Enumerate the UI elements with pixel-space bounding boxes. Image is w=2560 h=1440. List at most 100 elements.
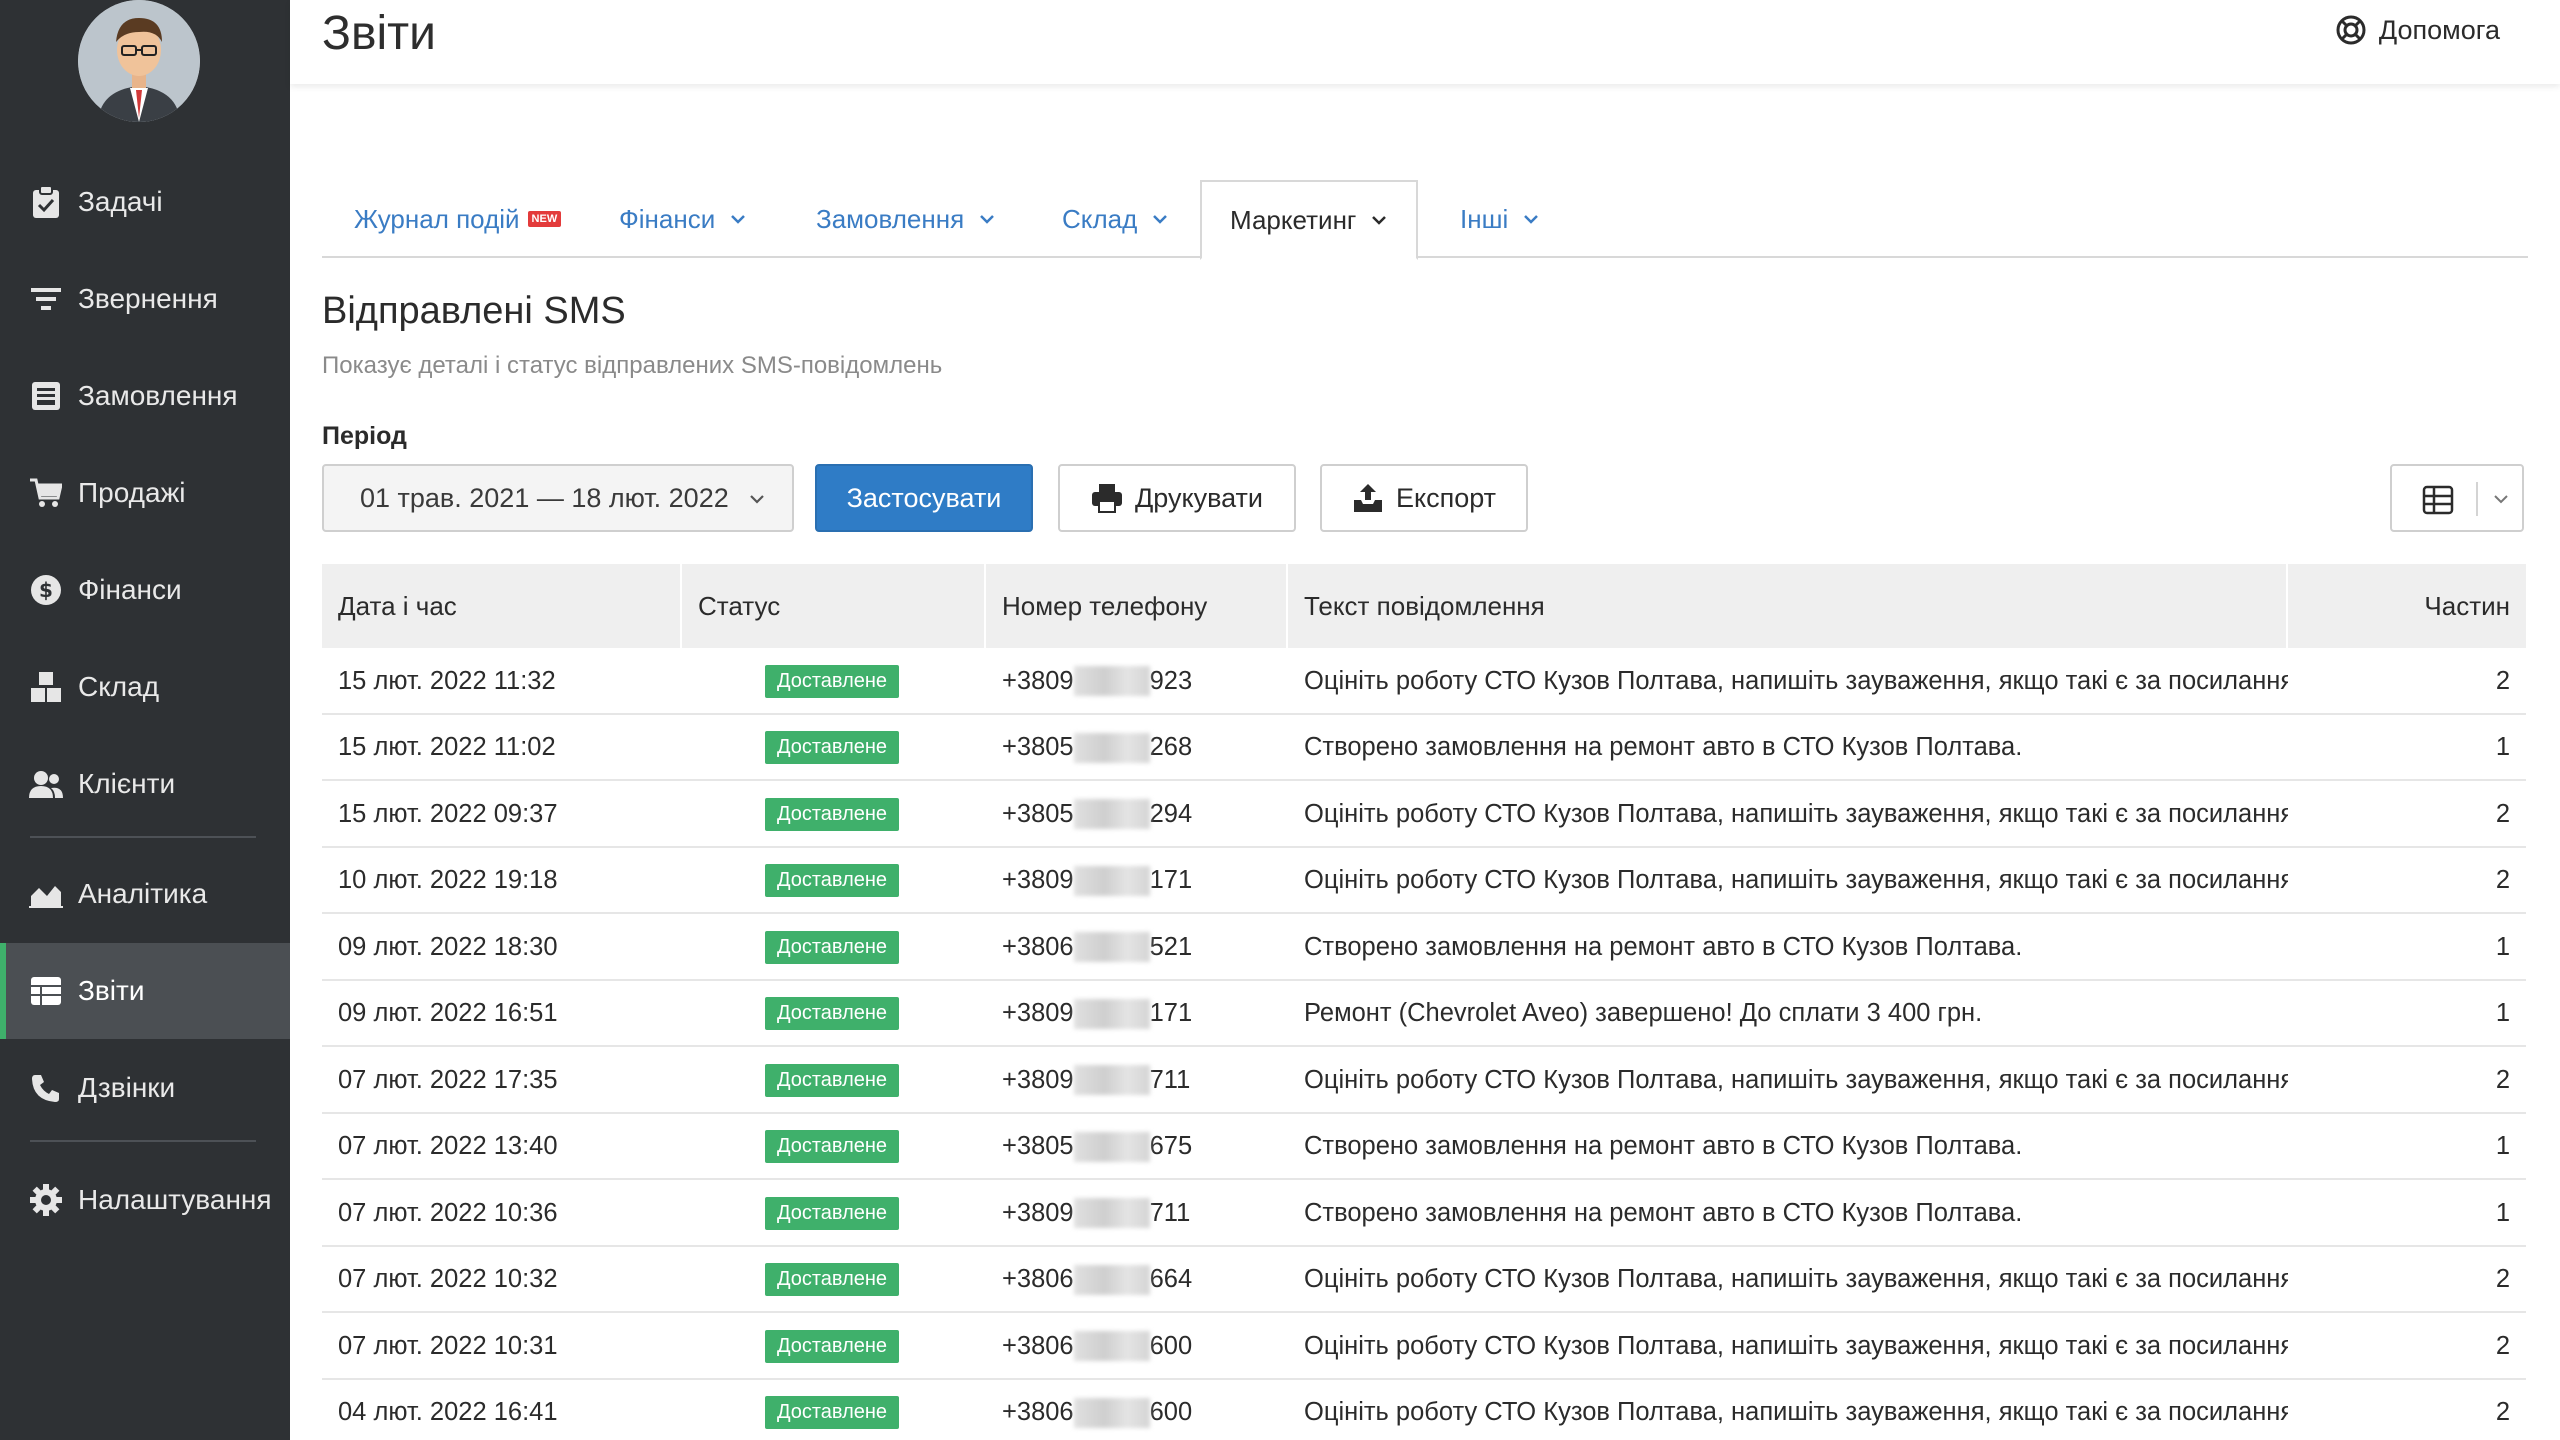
row-parts: 2 bbox=[2495, 1065, 2510, 1094]
table-row[interactable]: 10 лют. 2022 19:18 Доставлене +3809 171 Оцін… bbox=[322, 848, 2526, 914]
apply-label: Застосувати bbox=[846, 482, 1002, 513]
sidebar-item-settings[interactable]: Налаштування bbox=[0, 1152, 290, 1248]
sidebar-item-tasks[interactable]: Задачі bbox=[0, 154, 290, 250]
status-badge: Доставлене bbox=[764, 864, 900, 897]
row-status: Доставлене bbox=[682, 1380, 982, 1440]
sidebar-item-label: Звіти bbox=[78, 975, 145, 1006]
table-row[interactable]: 15 лют. 2022 11:02 Доставлене +3805 268 Ство… bbox=[322, 715, 2526, 781]
phone-redacted bbox=[1073, 799, 1150, 829]
avatar[interactable] bbox=[78, 0, 200, 122]
table-row[interactable]: 04 лют. 2022 16:41 Доставлене +3806 600 Оцін… bbox=[322, 1380, 2526, 1440]
row-status: Доставлене bbox=[682, 715, 982, 781]
print-button[interactable]: Друкувати bbox=[1058, 464, 1296, 532]
row-message: Оцініть роботу СТО Кузов Полтава, напиші… bbox=[1304, 866, 2288, 894]
row-date: 07 лют. 2022 10:36 bbox=[338, 1198, 558, 1227]
row-date: 07 лют. 2022 10:31 bbox=[338, 1331, 558, 1360]
table-row[interactable]: 15 лют. 2022 11:32 Доставлене +3809 923 Оцін… bbox=[322, 648, 2526, 715]
phone-prefix: +3806 bbox=[1002, 932, 1074, 961]
chevron-down-icon bbox=[731, 215, 746, 224]
sidebar-item-orders[interactable]: Замовлення bbox=[0, 348, 290, 444]
tab-orders[interactable]: Замовлення bbox=[816, 180, 996, 258]
row-date: 09 лют. 2022 18:30 bbox=[338, 932, 558, 961]
grid-icon bbox=[2422, 485, 2454, 515]
row-phone: +3806 600 bbox=[986, 1380, 1286, 1440]
chevron-down-icon bbox=[1524, 215, 1539, 224]
row-parts: 1 bbox=[2495, 1198, 2510, 1227]
row-status: Доставлене bbox=[682, 1047, 982, 1113]
tab-other[interactable]: Інші bbox=[1460, 180, 1540, 258]
phone-suffix: 675 bbox=[1149, 1132, 1193, 1160]
row-date: 07 лют. 2022 17:35 bbox=[338, 1065, 558, 1094]
table-row[interactable]: 09 лют. 2022 16:51 Доставлене +3809 171 Ремо… bbox=[322, 981, 2526, 1047]
sidebar-item-label: Замовлення bbox=[78, 380, 238, 411]
apply-button[interactable]: Застосувати bbox=[815, 464, 1033, 532]
phone-prefix: +3809 bbox=[1002, 666, 1074, 695]
chevron-down-icon bbox=[1153, 215, 1168, 224]
row-message: Створено замовлення на ремонт авто в СТО… bbox=[1304, 932, 2023, 961]
tab-event-log[interactable]: Журнал подій NEW bbox=[354, 180, 562, 258]
table-row[interactable]: 07 лют. 2022 10:31 Доставлене +3806 600 Оцін… bbox=[322, 1313, 2526, 1380]
toggle-separator bbox=[2476, 482, 2478, 516]
top-bar: Звіти Допомога bbox=[290, 0, 2560, 84]
tab-warehouse[interactable]: Склад bbox=[1062, 180, 1169, 258]
sidebar-item-reports[interactable]: Звіти bbox=[0, 943, 290, 1039]
status-badge: Доставлене bbox=[764, 1329, 900, 1363]
row-date: 15 лют. 2022 09:37 bbox=[338, 799, 558, 828]
tab-label: Замовлення bbox=[816, 203, 965, 234]
table-row[interactable]: 07 лют. 2022 10:32 Доставлене +3806 664 Оцін… bbox=[322, 1247, 2526, 1313]
table-row[interactable]: 09 лют. 2022 18:30 Доставлене +3806 521 Ство… bbox=[322, 914, 2526, 981]
export-label: Експорт bbox=[1395, 482, 1497, 513]
chevron-down-icon bbox=[2494, 495, 2508, 504]
status-badge: Доставлене bbox=[764, 1063, 900, 1097]
row-message: Створено замовлення на ремонт авто в СТО… bbox=[1304, 1198, 2023, 1227]
sidebar-item-calls[interactable]: Дзвінки bbox=[0, 1040, 290, 1136]
printer-icon bbox=[1091, 484, 1122, 513]
help-link[interactable]: Допомога bbox=[2335, 14, 2500, 46]
sidebar-item-label: Звернення bbox=[78, 283, 218, 314]
row-message: Створено замовлення на ремонт авто в СТО… bbox=[1304, 733, 2023, 761]
table-row[interactable]: 15 лют. 2022 09:37 Доставлене +3805 294 Оцін… bbox=[322, 781, 2526, 848]
sidebar-item-requests[interactable]: Звернення bbox=[0, 251, 290, 347]
report-title: Відправлені SMS bbox=[322, 290, 626, 332]
column-header-date[interactable]: Дата і час bbox=[322, 564, 682, 648]
row-phone: +3809 711 bbox=[986, 1047, 1286, 1113]
row-status: Доставлене bbox=[682, 781, 982, 847]
tab-marketing[interactable]: Маркетинг bbox=[1200, 180, 1419, 260]
row-phone: +3806 664 bbox=[986, 1247, 1286, 1313]
row-message: Ремонт (Chevrolet Aveo) завершено! До сп… bbox=[1304, 999, 1983, 1027]
sidebar-item-warehouse[interactable]: Склад bbox=[0, 639, 290, 735]
sidebar-item-sales[interactable]: Продажі bbox=[0, 445, 290, 541]
table-row[interactable]: 07 лют. 2022 13:40 Доставлене +3805 675 Ство… bbox=[322, 1114, 2526, 1180]
column-header-phone[interactable]: Номер телефону bbox=[986, 564, 1288, 648]
table-row[interactable]: 07 лют. 2022 10:36 Доставлене +3809 711 Ство… bbox=[322, 1180, 2526, 1247]
tab-label: Інші bbox=[1460, 203, 1509, 234]
phone-suffix: 664 bbox=[1149, 1265, 1193, 1293]
tab-finance[interactable]: Фінанси bbox=[619, 180, 747, 258]
row-parts: 2 bbox=[2495, 1398, 2510, 1426]
phone-redacted bbox=[1073, 1264, 1150, 1295]
print-label: Друкувати bbox=[1134, 482, 1264, 513]
period-select[interactable]: 01 трав. 2021 — 18 лют. 2022 bbox=[322, 464, 794, 532]
sidebar-item-clients[interactable]: Клієнти bbox=[0, 736, 290, 832]
table-view-toggle[interactable] bbox=[2390, 464, 2524, 532]
row-phone: +3809 923 bbox=[986, 648, 1286, 714]
status-badge: Доставлене bbox=[764, 1196, 900, 1230]
phone-suffix: 600 bbox=[1149, 1331, 1193, 1360]
tab-label: Склад bbox=[1062, 203, 1138, 234]
sidebar-item-finance[interactable]: $ Фінанси bbox=[0, 542, 290, 638]
column-header-status[interactable]: Статус bbox=[682, 564, 986, 648]
sidebar-item-label: Дзвінки bbox=[78, 1072, 176, 1103]
table-row[interactable]: 07 лют. 2022 17:35 Доставлене +3809 711 Оцін… bbox=[322, 1047, 2526, 1114]
sidebar-item-analytics[interactable]: Аналітика bbox=[0, 846, 290, 942]
row-date: 07 лют. 2022 13:40 bbox=[338, 1132, 558, 1160]
sidebar-item-label: Склад bbox=[78, 671, 160, 702]
phone-redacted bbox=[1073, 1065, 1150, 1095]
sidebar-divider bbox=[30, 1140, 256, 1142]
column-header-parts[interactable]: Частин bbox=[2288, 564, 2526, 648]
row-parts: 2 bbox=[2495, 1331, 2510, 1360]
column-header-text[interactable]: Текст повідомлення bbox=[1288, 564, 2288, 648]
row-status: Доставлене bbox=[682, 914, 982, 980]
inbox-icon bbox=[28, 378, 64, 414]
table-icon bbox=[28, 973, 64, 1009]
export-button[interactable]: Експорт bbox=[1320, 464, 1528, 532]
